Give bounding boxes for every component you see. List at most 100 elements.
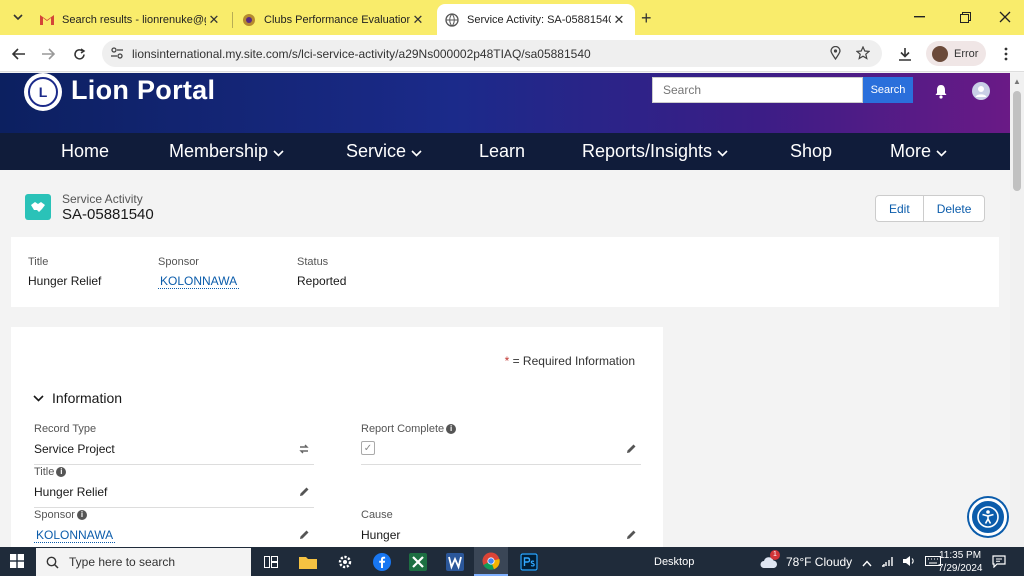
info-icon[interactable]: i xyxy=(76,510,87,520)
notification-icon[interactable] xyxy=(992,555,1006,571)
section-information-toggle[interactable]: Information xyxy=(33,390,122,406)
tab-title: Clubs Performance Evaluation S xyxy=(264,13,410,26)
windows-start-icon[interactable] xyxy=(10,554,24,571)
field-label-text: Report Complete xyxy=(361,423,445,435)
tab-clubs-performance[interactable]: Clubs Performance Evaluation S ✕ xyxy=(234,4,434,35)
clock-date: 7/29/2024 xyxy=(938,563,983,574)
download-button[interactable] xyxy=(894,43,916,65)
highlight-sponsor-link[interactable]: KOLONNAWA xyxy=(158,274,240,289)
nav-home[interactable]: Home xyxy=(61,141,109,162)
kebab-menu-icon xyxy=(1004,47,1008,61)
close-icon[interactable]: ✕ xyxy=(410,12,426,28)
field-sponsor: Sponsor i KOLONNAWA xyxy=(34,509,314,547)
taskbar-clock[interactable]: 11:35 PM 7/29/2024 xyxy=(938,549,983,575)
forward-button[interactable] xyxy=(37,43,59,65)
arrow-left-icon xyxy=(12,48,25,60)
highlight-title-label: Title xyxy=(28,256,49,268)
pencil-icon[interactable] xyxy=(298,529,310,544)
page-scrollbar[interactable]: ▲ xyxy=(1010,73,1024,547)
nav-membership[interactable]: Membership xyxy=(169,141,284,162)
tab-service-activity[interactable]: Service Activity: SA-05881540 ✕ xyxy=(437,4,635,35)
chrome-icon[interactable] xyxy=(474,547,508,576)
field-value: Hunger xyxy=(361,528,401,542)
tab-title: Search results - lionrenuke@gm xyxy=(62,13,206,26)
handshake-icon xyxy=(25,194,51,220)
taskbar-desktop-label[interactable]: Desktop xyxy=(654,556,694,568)
highlight-status-label: Status xyxy=(297,256,329,268)
detail-panel: * = Required Information Information Rec… xyxy=(11,327,663,547)
pencil-icon[interactable] xyxy=(625,529,637,544)
pencil-icon[interactable] xyxy=(625,443,637,458)
back-button[interactable] xyxy=(8,43,30,65)
globe-icon xyxy=(445,12,459,27)
network-icon[interactable] xyxy=(881,555,895,567)
file-explorer-icon[interactable] xyxy=(297,551,319,573)
excel-icon[interactable] xyxy=(407,551,429,573)
url-bar[interactable]: lionsinternational.my.site.com/s/lci-ser… xyxy=(102,40,882,67)
word-icon[interactable] xyxy=(444,551,466,573)
new-tab-button[interactable]: + xyxy=(641,8,652,29)
nav-learn[interactable]: Learn xyxy=(479,141,525,162)
site-settings-icon[interactable] xyxy=(110,46,124,63)
chevron-up-icon[interactable] xyxy=(862,560,872,567)
settings-gear-icon[interactable] xyxy=(334,551,356,573)
bookmark-star-icon[interactable] xyxy=(855,45,871,63)
highlight-status: Status Reported xyxy=(297,256,346,288)
info-icon[interactable]: i xyxy=(446,424,457,434)
user-avatar-icon[interactable] xyxy=(972,82,990,100)
portal-search-input[interactable] xyxy=(652,77,863,103)
nav-service[interactable]: Service xyxy=(346,141,422,162)
tab-gmail[interactable]: Search results - lionrenuke@gm ✕ xyxy=(32,4,230,35)
nav-reports-insights[interactable]: Reports/Insights xyxy=(582,141,728,162)
location-icon[interactable] xyxy=(830,45,841,63)
close-icon[interactable]: ✕ xyxy=(206,12,222,28)
profile-button[interactable]: Error xyxy=(926,41,986,66)
browser-tab-bar: Search results - lionrenuke@gm ✕ Clubs P… xyxy=(0,0,1024,35)
weather-text: 78°F Cloudy xyxy=(786,555,853,569)
close-window-button[interactable] xyxy=(990,6,1020,28)
sponsor-link[interactable]: KOLONNAWA xyxy=(34,528,116,543)
highlight-title-value: Hunger Relief xyxy=(28,274,102,288)
download-icon xyxy=(899,48,911,61)
chevron-down-icon xyxy=(33,394,44,402)
nav-shop[interactable]: Shop xyxy=(790,141,832,162)
delete-button[interactable]: Delete xyxy=(922,196,985,221)
nav-more[interactable]: More xyxy=(890,141,947,162)
scrollbar-thumb[interactable] xyxy=(1013,91,1021,191)
chevron-down-icon xyxy=(411,150,422,157)
bell-icon[interactable] xyxy=(934,84,948,102)
avatar xyxy=(932,45,948,62)
field-value: Hunger Relief xyxy=(34,485,108,499)
minimize-button[interactable] xyxy=(904,6,934,28)
chevron-down-icon xyxy=(273,150,284,157)
accessibility-button[interactable] xyxy=(969,498,1007,536)
reload-button[interactable] xyxy=(68,43,90,65)
change-record-type-icon[interactable] xyxy=(298,443,310,458)
field-label: Record Type xyxy=(34,423,97,435)
pencil-icon[interactable] xyxy=(298,486,310,501)
edit-button[interactable]: Edit xyxy=(876,196,923,221)
scroll-up-icon[interactable]: ▲ xyxy=(1013,77,1021,86)
restore-button[interactable] xyxy=(950,6,980,28)
facebook-icon[interactable] xyxy=(371,551,393,573)
url-text: lionsinternational.my.site.com/s/lci-ser… xyxy=(132,47,591,61)
lions-logo[interactable]: L xyxy=(24,73,62,111)
main-navigation: Home Membership Service Learn Reports/In… xyxy=(0,133,1010,170)
taskbar-search[interactable]: Type here to search xyxy=(36,548,251,576)
address-bar: lionsinternational.my.site.com/s/lci-ser… xyxy=(0,35,1024,72)
task-view-icon[interactable] xyxy=(260,551,282,573)
photoshop-icon[interactable] xyxy=(518,551,540,573)
report-complete-checkbox[interactable]: ✓ xyxy=(361,441,375,455)
portal-brand[interactable]: Lion Portal xyxy=(71,75,215,106)
browser-menu-button[interactable] xyxy=(995,43,1017,65)
nav-membership-label: Membership xyxy=(169,141,269,161)
info-icon[interactable]: i xyxy=(56,467,67,477)
close-icon[interactable]: ✕ xyxy=(611,12,627,28)
taskbar-weather[interactable]: 1 78°F Cloudy xyxy=(760,550,853,569)
portal-search-button[interactable]: Search xyxy=(863,77,913,103)
field-label-text: Title xyxy=(34,466,55,478)
volume-icon[interactable] xyxy=(902,555,916,567)
tab-search-button[interactable] xyxy=(6,6,30,28)
highlight-sponsor-label: Sponsor xyxy=(158,256,199,268)
nav-service-label: Service xyxy=(346,141,407,161)
